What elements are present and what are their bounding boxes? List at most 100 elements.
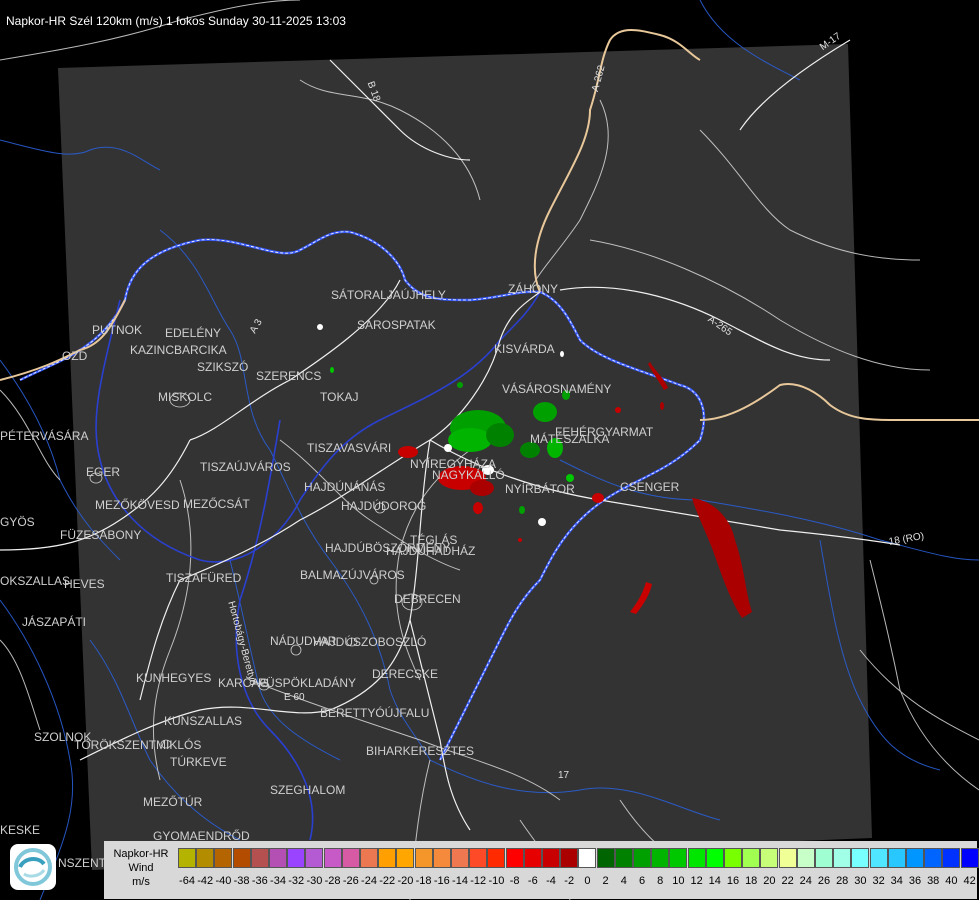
- legend-swatch: [178, 848, 196, 868]
- legend-title-line: Napkor-HR: [113, 848, 169, 860]
- city-label: EGER: [86, 465, 121, 479]
- legend-swatch: [760, 848, 779, 868]
- napkor-logo-icon: [10, 844, 56, 890]
- legend-swatch: [560, 848, 579, 868]
- city-label: TÚRKEVE: [170, 755, 227, 769]
- city-label: PÉTERVÁSÁRA: [0, 429, 89, 443]
- legend-swatch: [196, 848, 215, 868]
- legend-swatch: [505, 848, 524, 868]
- city-label: MEZŐCSÁT: [183, 497, 250, 511]
- city-label: HAJDÚHADHÁZ: [386, 544, 476, 558]
- legend-swatch: [833, 848, 852, 868]
- city-label: SÁROSPATAK: [357, 318, 436, 332]
- legend-swatch: [942, 848, 961, 868]
- legend-swatch: [578, 848, 597, 868]
- legend-title: Napkor-HR Wind m/s: [106, 847, 176, 889]
- city-label: ZÁHONY: [508, 282, 559, 296]
- legend-swatch: [924, 848, 943, 868]
- city-label: JÁSZAPÁTI: [22, 615, 87, 629]
- legend-swatch: [414, 848, 433, 868]
- legend-swatch: [542, 848, 560, 868]
- legend-swatch: [815, 848, 833, 868]
- legend-swatch: [287, 848, 306, 868]
- city-label: HAJDÚNÁNÁS: [304, 480, 386, 494]
- legend-swatch: [596, 848, 615, 868]
- legend-swatch: [687, 848, 706, 868]
- legend-swatch: [869, 848, 888, 868]
- legend-swatch: [742, 848, 761, 868]
- city-label: TISZAÚJVÁROS: [200, 460, 291, 474]
- city-label: MÁTÉSZALKA: [530, 432, 610, 446]
- city-label: MEZŐKÖVESD: [95, 498, 180, 512]
- legend-swatch: [724, 848, 742, 868]
- city-label: VÁSÁROSNAMÉNY: [502, 382, 612, 396]
- road-label: 17: [558, 770, 570, 781]
- city-label: PUTNOK: [92, 323, 143, 337]
- legend-swatch: [360, 848, 378, 868]
- radar-map: [0, 0, 979, 900]
- legend-swatch: [633, 848, 651, 868]
- road-label: E 60: [284, 692, 305, 703]
- city-label: SZERENCS: [256, 369, 322, 383]
- city-label: NAGYKÁLLÓ: [432, 468, 505, 482]
- legend-swatch: [451, 848, 469, 868]
- legend-swatch: [851, 848, 870, 868]
- city-label: SZIKSZÓ: [197, 360, 249, 374]
- city-label: FÜZESABONY: [60, 528, 142, 542]
- legend-tick-label: 42: [963, 875, 976, 887]
- legend-swatch: [378, 848, 397, 868]
- legend-swatch: [651, 848, 670, 868]
- legend-swatch: [232, 848, 251, 868]
- city-label: DEBRECEN: [394, 592, 461, 606]
- city-label: OZD: [62, 349, 88, 363]
- legend-swatch: [269, 848, 287, 868]
- city-label: TÖRÖKSZENTMIKLÓS: [74, 738, 202, 752]
- legend-title-line: Wind: [128, 862, 154, 874]
- legend-swatch: [469, 848, 488, 868]
- city-label: CSENGER: [620, 480, 680, 494]
- legend-swatch: [487, 848, 506, 868]
- legend-swatch: [396, 848, 415, 868]
- city-label: BERETTYÓÚJFALU: [320, 706, 430, 720]
- legend-swatch: [614, 848, 633, 868]
- city-label: HEVES: [64, 577, 105, 591]
- legend-swatch: [796, 848, 815, 868]
- city-label: SZEGHALOM: [270, 783, 346, 797]
- legend-swatch: [341, 848, 360, 868]
- legend-swatch: [432, 848, 451, 868]
- city-label: TISZAFÜRED: [166, 571, 242, 585]
- city-label: DERECSKE: [372, 667, 439, 681]
- city-label: KAZINCBARCIKA: [130, 343, 227, 357]
- city-label: HAJDÚDOROG: [341, 499, 427, 513]
- legend-swatch: [669, 848, 688, 868]
- legend-swatch: [214, 848, 233, 868]
- city-label: KUNSZALLAS: [164, 714, 243, 728]
- city-label: TISZAVASVÁRI: [307, 441, 392, 455]
- city-label: EDELÉNY: [165, 326, 222, 340]
- legend-swatch: [323, 848, 342, 868]
- city-label: HAJDÚSZOBOSZLÓ: [313, 635, 427, 649]
- legend-swatch: [778, 848, 797, 868]
- city-label: BIHARKERESZTES: [366, 744, 475, 758]
- legend-swatch: [305, 848, 324, 868]
- city-label: MEZŐTÚR: [143, 795, 203, 809]
- city-label: BALMAZÚJVÁROS: [300, 568, 405, 582]
- color-legend: Napkor-HR Wind m/s -64 -42 -40 -38 -36 -34 -32…: [104, 841, 979, 899]
- city-label: OKSZALLAS: [0, 574, 71, 588]
- city-label: TOKAJ: [320, 390, 359, 404]
- legend-swatch: [887, 848, 906, 868]
- legend-swatch: [705, 848, 724, 868]
- legend-swatch: [906, 848, 924, 868]
- city-label: SÁTORALJAÚJHELY: [331, 288, 446, 302]
- legend-swatch: [960, 848, 979, 868]
- legend-swatch: [523, 848, 542, 868]
- city-label: KESKE: [0, 823, 41, 837]
- city-label: KUNHEGYES: [136, 671, 212, 685]
- city-label: GYÖS: [0, 515, 35, 529]
- city-label: MISKOLC: [158, 390, 213, 404]
- city-label: PÜSPÖKLADÁNY: [258, 676, 357, 690]
- legend-swatch: [250, 848, 269, 868]
- city-label: KISVÁRDA: [494, 342, 555, 356]
- map-title: Napkor-HR Szél 120km (m/s) 1 fokos Sunda…: [6, 14, 346, 28]
- city-label: NYÍRBÁTOR: [505, 482, 575, 496]
